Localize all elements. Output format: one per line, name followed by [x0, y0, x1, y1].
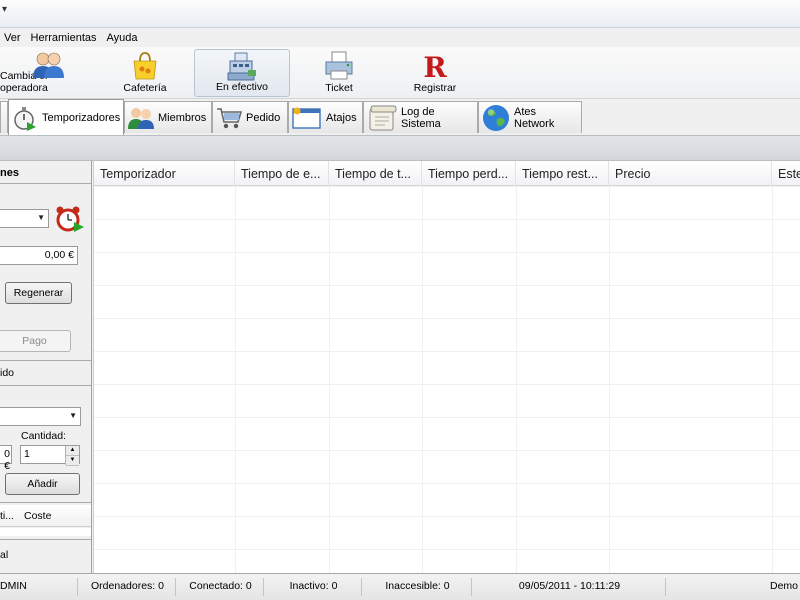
chevron-down-icon: ▼ [37, 213, 45, 222]
stepper-arrows[interactable]: ▲ ▼ [65, 446, 79, 466]
stepper-down-icon[interactable]: ▼ [66, 456, 79, 466]
tab-pedido-label: Pedido [246, 111, 281, 124]
members-icon [128, 107, 154, 129]
status-connected: Conectado: 0 [178, 578, 264, 596]
shopping-bag-icon [133, 52, 157, 80]
grid-column-line [422, 186, 423, 573]
grid-rows[interactable] [94, 186, 800, 573]
menu-herramientas[interactable]: Herramientas [26, 32, 102, 44]
svg-text:R: R [423, 51, 447, 81]
timer-select[interactable]: ▼ [0, 209, 49, 228]
add-button[interactable]: Añadir [5, 473, 80, 495]
tab-temporizadores-label: Temporizadores [42, 111, 121, 124]
change-operator-button[interactable]: Cambia el operadora [0, 49, 96, 97]
tab-atajos[interactable]: Atajos [288, 101, 363, 133]
tab-miembros-label: Miembros [158, 111, 207, 124]
tab-content-toolbar-strip [0, 135, 800, 161]
column-header-tiempo-de-t[interactable]: Tiempo de t... [329, 161, 422, 186]
panel-header: nes [0, 167, 19, 179]
menu-ver[interactable]: Ver [0, 32, 26, 44]
timers-grid[interactable]: Temporizador Tiempo de e... Tiempo de t.… [93, 161, 800, 573]
total-label: al [0, 549, 9, 561]
grid-column-line [235, 186, 236, 573]
grid-column-line [609, 186, 610, 573]
globe-icon [483, 104, 509, 131]
list-divider [0, 502, 91, 503]
status-computers: Ordenadores: 0 [80, 578, 176, 596]
cash-label: En efectivo [216, 81, 268, 93]
order-col-cost[interactable]: Coste [24, 510, 51, 522]
column-header-precio[interactable]: Precio [609, 161, 772, 186]
regenerate-button[interactable]: Regenerar [5, 282, 72, 304]
shopping-cart-icon [217, 107, 242, 128]
tab-log-de-sistema[interactable]: Log de Sistema [363, 101, 478, 133]
window-menu-icon[interactable]: ▾ [2, 4, 7, 15]
ticket-label: Ticket [325, 82, 353, 94]
left-control-panel: nes ▼ 0,00 € Regenerar Pago ido ▼ Cantid… [0, 161, 92, 573]
quantity-stepper[interactable]: 1 ▲ ▼ [20, 445, 80, 466]
section-divider [0, 360, 91, 361]
column-header-estado[interactable]: Este [772, 161, 800, 186]
section-header-divider [0, 385, 91, 386]
register-label: Registrar [413, 82, 457, 94]
status-inaccessible: Inaccesible: 0 [364, 578, 472, 596]
column-header-tiempo-rest[interactable]: Tiempo rest... [516, 161, 609, 186]
grid-column-line [516, 186, 517, 573]
unit-price-field[interactable]: 0 € [0, 445, 12, 472]
tab-temporizadores[interactable]: Temporizadores [8, 99, 124, 135]
column-header-tiempo-perd[interactable]: Tiempo perd... [422, 161, 516, 186]
amount-field[interactable]: 0,00 € [0, 246, 78, 265]
order-list-header: ti... Coste [0, 505, 91, 527]
stopwatch-icon [14, 106, 36, 131]
tab-ates-network-label: Ates Network [514, 105, 555, 130]
chevron-down-icon: ▼ [69, 411, 77, 420]
cash-register-icon [227, 52, 256, 81]
order-list[interactable] [0, 528, 91, 536]
quantity-label: Cantidad: [21, 430, 66, 442]
alarm-clock-icon[interactable] [55, 205, 85, 233]
users-icon [33, 52, 64, 78]
cafe-label: Cafetería [123, 82, 167, 94]
tab-miembros[interactable]: Miembros [124, 101, 212, 133]
product-section-label: ido [0, 367, 15, 379]
tab-ates-network[interactable]: Ates Network [478, 101, 582, 133]
order-col-item[interactable]: ti... [0, 510, 14, 522]
tab-hidden-left[interactable] [0, 101, 8, 133]
menu-bar: Ver Herramientas Ayuda [0, 28, 800, 47]
main-toolbar: Cambia el operadora Cafetería En efectiv… [0, 47, 800, 99]
grid-header: Temporizador Tiempo de e... Tiempo de t.… [94, 161, 800, 186]
tab-pedido[interactable]: Pedido [212, 101, 288, 133]
grid-column-line [329, 186, 330, 573]
grid-column-line [772, 186, 773, 573]
cash-button[interactable]: En efectivo [194, 49, 290, 97]
window-title-bar: ▾ [0, 0, 800, 28]
status-user: DMIN [0, 578, 78, 596]
cafe-button[interactable]: Cafetería [112, 49, 178, 97]
total-divider [0, 539, 91, 540]
scroll-icon [369, 105, 397, 130]
ticket-button[interactable]: Ticket [306, 49, 372, 97]
registered-r-icon: R [423, 51, 447, 81]
register-button[interactable]: R Registrar [402, 49, 468, 97]
column-header-tiempo-de-e[interactable]: Tiempo de e... [235, 161, 329, 186]
status-mode: Demo [769, 580, 798, 592]
header-divider [0, 183, 91, 184]
product-select[interactable]: ▼ [0, 407, 81, 426]
status-datetime: 09/05/2011 - 10:11:29 [474, 578, 666, 596]
module-tabs: Temporizadores Miembros Pedido Atajos Lo… [0, 99, 800, 135]
column-header-temporizador[interactable]: Temporizador [94, 161, 235, 186]
printer-icon [325, 51, 353, 80]
menu-ayuda[interactable]: Ayuda [102, 32, 143, 44]
quantity-value: 1 [24, 448, 30, 460]
shortcut-window-icon [292, 107, 321, 129]
status-inactive: Inactivo: 0 [266, 578, 362, 596]
tab-log-de-sistema-label: Log de Sistema [401, 105, 441, 130]
tab-atajos-label: Atajos [326, 111, 357, 124]
pay-button[interactable]: Pago [0, 330, 71, 352]
stepper-up-icon[interactable]: ▲ [66, 446, 79, 456]
status-bar: DMIN Ordenadores: 0 Conectado: 0 Inactiv… [0, 573, 800, 600]
